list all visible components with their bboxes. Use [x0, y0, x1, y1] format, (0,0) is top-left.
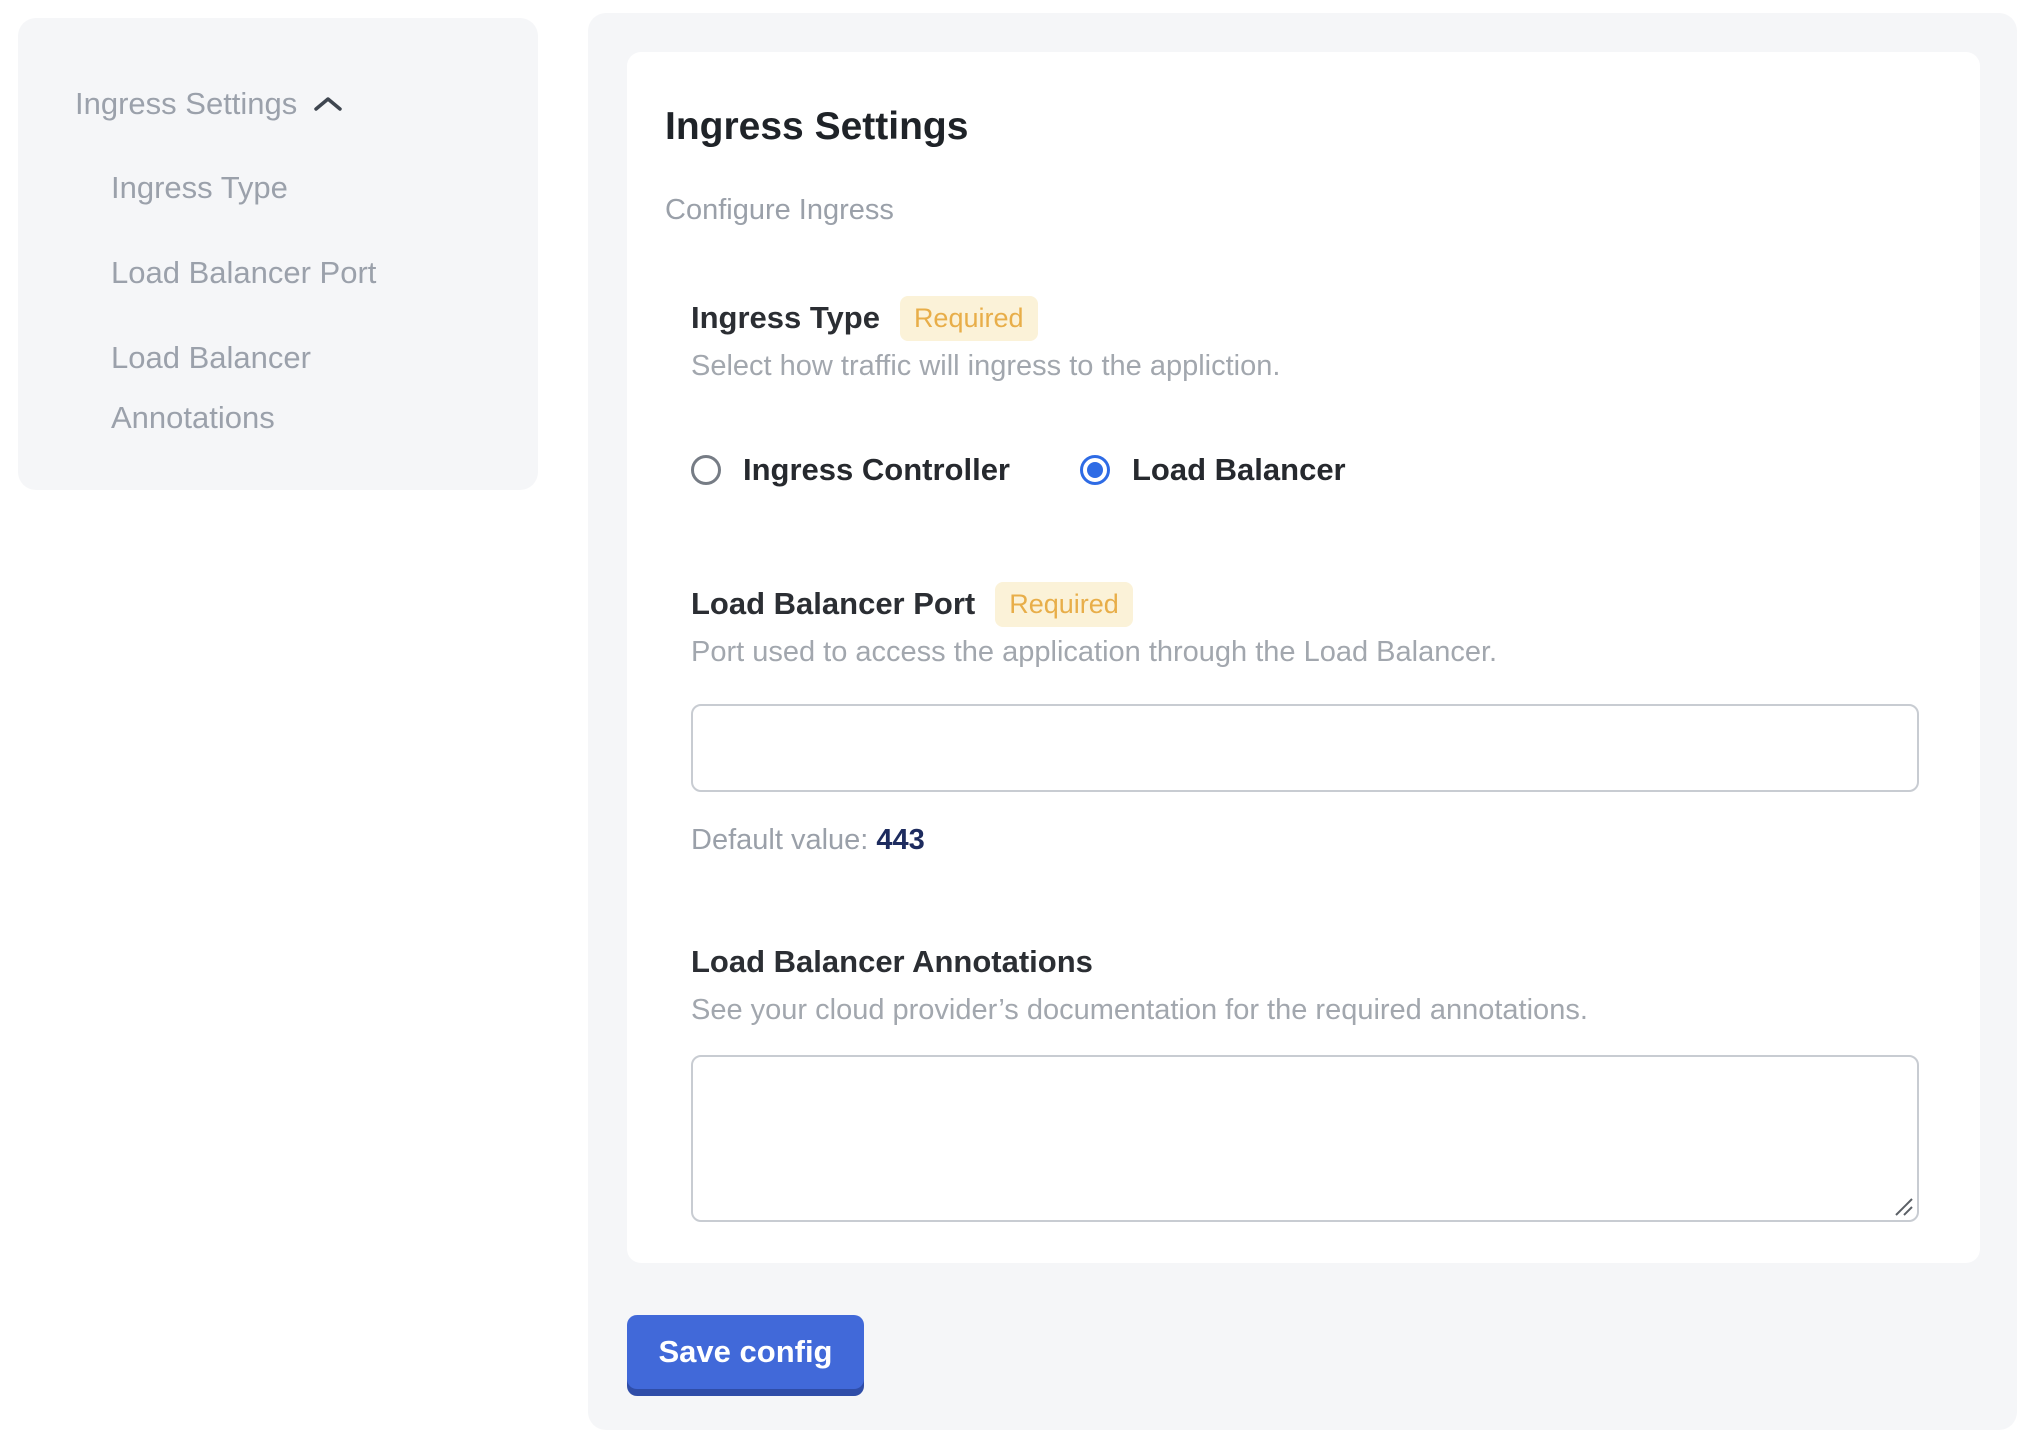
sidebar-item-load-balancer-annotations[interactable]: Load Balancer Annotations: [111, 328, 481, 448]
required-badge: Required: [995, 582, 1133, 627]
radio-label-ingress-controller: Ingress Controller: [743, 452, 1010, 488]
ingress-type-radio-group: Ingress Controller Load Balancer: [691, 452, 1920, 488]
page: Ingress Settings Ingress Type Load Balan…: [0, 0, 2036, 1452]
default-value-label: Default value:: [691, 824, 876, 856]
radio-selected-icon[interactable]: [1080, 455, 1110, 485]
radio-label-load-balancer: Load Balancer: [1132, 452, 1346, 488]
sidebar-item-load-balancer-port[interactable]: Load Balancer Port: [111, 255, 481, 291]
chevron-up-icon: [313, 95, 343, 113]
sidebar-group-ingress-settings[interactable]: Ingress Settings: [75, 84, 343, 124]
save-config-button[interactable]: Save config: [627, 1315, 864, 1389]
page-title: Ingress Settings: [665, 105, 1920, 149]
load-balancer-port-input[interactable]: [691, 704, 1919, 792]
page-subtitle: Configure Ingress: [665, 193, 1920, 227]
ingress-settings-card: Ingress Settings Configure Ingress Ingre…: [627, 52, 1980, 1263]
resize-handle-icon[interactable]: [1892, 1195, 1914, 1217]
radio-unselected-icon[interactable]: [691, 455, 721, 485]
sidebar-group-label: Ingress Settings: [75, 84, 297, 124]
default-value-line: Default value: 443: [691, 823, 1920, 857]
settings-sidebar: Ingress Settings Ingress Type Load Balan…: [18, 18, 538, 490]
default-value: 443: [876, 824, 924, 856]
section-ingress-type: Ingress Type Required Select how traffic…: [691, 295, 1920, 488]
ingress-type-label: Ingress Type: [691, 300, 880, 336]
required-badge: Required: [900, 296, 1038, 341]
load-balancer-annotations-textarea[interactable]: [691, 1055, 1919, 1222]
load-balancer-annotations-description: See your cloud provider’s documentation …: [691, 993, 1920, 1027]
load-balancer-port-label: Load Balancer Port: [691, 586, 975, 622]
section-load-balancer-annotations: Load Balancer Annotations See your cloud…: [691, 939, 1920, 1222]
sidebar-item-ingress-type[interactable]: Ingress Type: [111, 170, 481, 206]
radio-option-load-balancer[interactable]: Load Balancer: [1080, 452, 1346, 488]
radio-option-ingress-controller[interactable]: Ingress Controller: [691, 452, 1010, 488]
load-balancer-port-description: Port used to access the application thro…: [691, 635, 1920, 669]
section-load-balancer-port: Load Balancer Port Required Port used to…: [691, 581, 1920, 857]
settings-panel: Ingress Settings Configure Ingress Ingre…: [588, 13, 2017, 1430]
ingress-type-description: Select how traffic will ingress to the a…: [691, 349, 1920, 383]
load-balancer-annotations-label: Load Balancer Annotations: [691, 944, 1093, 980]
